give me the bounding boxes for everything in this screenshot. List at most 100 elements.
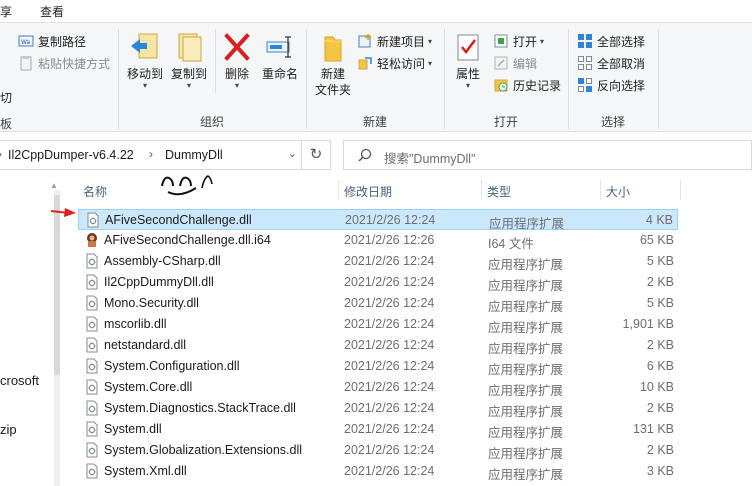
copy-to-icon — [173, 31, 205, 63]
ribbon-separator — [215, 29, 216, 93]
file-date: 2021/2/26 12:24 — [344, 254, 435, 268]
invert-selection-icon — [577, 77, 593, 93]
file-size: 2 KB — [646, 443, 674, 457]
dll-file-icon — [84, 442, 100, 458]
file-row[interactable]: Mono.Security.dll 2021/2/26 12:24 应用程序扩展 5 … — [78, 293, 678, 314]
file-date: 2021/2/26 12:24 — [344, 359, 435, 373]
file-name: System.Configuration.dll — [104, 359, 240, 373]
file-name: netstandard.dll — [104, 338, 187, 352]
file-row[interactable]: Il2CppDummyDll.dll 2021/2/26 12:24 应用程序扩展 2… — [78, 272, 678, 293]
file-name: System.Core.dll — [104, 380, 193, 394]
file-row[interactable]: System.Configuration.dll 2021/2/26 12:24 应… — [78, 356, 678, 377]
new-folder-button[interactable]: 新建 文件夹 — [311, 31, 355, 98]
file-type: 应用程序扩展 — [488, 405, 564, 419]
delete-button[interactable]: 删除 ▾ — [219, 31, 255, 90]
new-item-icon — [357, 33, 373, 49]
open-button[interactable]: 打开 ▾ — [493, 31, 544, 51]
nav-item-microsoft[interactable]: crosoft — [0, 373, 39, 388]
clipboard-group-label: 板 — [0, 116, 13, 131]
ribbon-separator — [658, 29, 659, 129]
folder-icon — [317, 31, 349, 63]
properties-button[interactable]: 属性 ▾ — [447, 31, 489, 90]
chevron-right-icon[interactable]: › — [149, 147, 153, 161]
tab-view[interactable]: 查看 — [40, 3, 64, 20]
file-row[interactable]: System.Diagnostics.StackTrace.dll 2021/2/… — [78, 398, 678, 419]
history-button[interactable]: 历史记录 — [493, 75, 561, 95]
column-header-size[interactable]: 大小 — [601, 177, 681, 203]
file-type: 应用程序扩展 — [488, 300, 564, 314]
file-size: 5 KB — [646, 296, 674, 310]
file-type: 应用程序扩展 — [488, 363, 564, 377]
easy-access-button[interactable]: 轻松访问 ▾ — [357, 53, 432, 73]
copy-to-button[interactable]: 复制到 ▾ — [167, 31, 211, 90]
file-row[interactable]: System.dll 2021/2/26 12:24 应用程序扩展 131 KB — [78, 419, 678, 440]
file-name: Assembly-CSharp.dll — [104, 254, 221, 268]
organize-group: 移动到 ▾ 复制到 ▾ 删除 ▾ 重命名 组织 — [119, 23, 305, 133]
file-row[interactable]: netstandard.dll 2021/2/26 12:24 应用程序扩展 2 KB — [78, 335, 678, 356]
rename-icon — [264, 31, 296, 63]
tab-share[interactable]: 享 — [0, 3, 12, 20]
file-date: 2021/2/26 12:24 — [344, 338, 435, 352]
easy-access-icon — [357, 55, 373, 71]
scroll-up-arrow-icon[interactable]: ▲ — [50, 181, 58, 190]
file-date: 2021/2/26 12:24 — [344, 275, 435, 289]
file-type: 应用程序扩展 — [488, 342, 564, 356]
dll-file-icon — [84, 358, 100, 374]
address-dropdown-icon[interactable]: ⌄ — [288, 147, 297, 160]
file-size: 2 KB — [646, 338, 674, 352]
rename-button[interactable]: 重命名 — [257, 31, 303, 82]
refresh-button[interactable]: ↻ — [301, 140, 331, 170]
file-size: 4 KB — [645, 213, 673, 227]
select-all-button[interactable]: 全部选择 — [577, 31, 645, 51]
dll-file-icon — [84, 421, 100, 437]
select-none-button[interactable]: 全部取消 — [577, 53, 645, 73]
column-header-date[interactable]: 修改日期 — [339, 177, 481, 203]
file-row[interactable]: System.Xml.dll 2021/2/26 12:24 应用程序扩展 3 KB — [78, 461, 678, 482]
column-header-type[interactable]: 类型 — [482, 177, 600, 203]
chevron-right-icon: › — [0, 147, 2, 161]
move-to-button[interactable]: 移动到 ▾ — [123, 31, 167, 90]
nav-item-zip[interactable]: zip — [0, 422, 17, 437]
breadcrumb-item[interactable]: Il2CppDumper-v6.4.22 — [8, 148, 134, 162]
dll-file-icon — [84, 463, 100, 479]
file-type: 应用程序扩展 — [488, 468, 564, 482]
dll-file-icon — [84, 274, 100, 290]
file-type: 应用程序扩展 — [488, 384, 564, 398]
address-bar[interactable]: › Il2CppDumper-v6.4.22 › DummyDll ⌄ — [0, 140, 330, 170]
search-box[interactable]: 搜索"DummyDll" — [343, 140, 752, 170]
copy-path-icon: Wa — [18, 33, 34, 49]
file-row[interactable]: AFiveSecondChallenge.dll.i64 2021/2/26 12… — [78, 230, 678, 251]
organize-group-label: 组织 — [199, 115, 224, 129]
copy-path-button[interactable]: Wa 复制路径 — [18, 31, 86, 51]
file-row[interactable]: Assembly-CSharp.dll 2021/2/26 12:24 应用程序扩展… — [78, 251, 678, 272]
file-date: 2021/2/26 12:24 — [344, 317, 435, 331]
file-row[interactable]: System.Core.dll 2021/2/26 12:24 应用程序扩展 10 K… — [78, 377, 678, 398]
refresh-icon: ↻ — [309, 146, 323, 163]
file-size: 10 KB — [639, 380, 674, 394]
hand-drawn-smiley-annotation — [161, 175, 213, 196]
file-date: 2021/2/26 12:24 — [345, 213, 436, 227]
new-group: 新建 文件夹 新建项目 ▾ 轻松访问 ▾ 新建 — [307, 23, 443, 133]
nav-scrollbar-thumb[interactable] — [54, 195, 60, 375]
edit-button[interactable]: 编辑 — [493, 53, 537, 73]
file-type: 应用程序扩展 — [488, 321, 564, 335]
new-item-button[interactable]: 新建项目 ▾ — [357, 31, 432, 51]
file-size: 2 KB — [646, 275, 674, 289]
file-name: mscorlib.dll — [104, 317, 167, 331]
file-type: 应用程序扩展 — [488, 279, 564, 293]
chevron-down-icon: ▾ — [428, 36, 433, 46]
file-row[interactable]: mscorlib.dll 2021/2/26 12:24 应用程序扩展 1,901 K… — [78, 314, 678, 335]
chevron-down-icon: ▾ — [142, 81, 147, 90]
cut-button-fragment[interactable]: 切 — [0, 87, 12, 107]
file-size: 1,901 KB — [622, 317, 674, 331]
dll-file-icon — [84, 400, 100, 416]
file-date: 2021/2/26 12:26 — [344, 233, 435, 247]
paste-shortcut-button[interactable]: 粘贴快捷方式 — [18, 53, 110, 73]
breadcrumb-item[interactable]: DummyDll — [165, 148, 223, 162]
file-row[interactable]: System.Globalization.Extensions.dll 2021/… — [78, 440, 678, 461]
red-arrow-annotation — [50, 208, 76, 217]
file-row[interactable]: AFiveSecondChallenge.dll 2021/2/26 12:24 应… — [78, 209, 678, 231]
column-divider[interactable] — [680, 180, 681, 200]
invert-selection-button[interactable]: 反向选择 — [577, 75, 645, 95]
file-size: 3 KB — [646, 464, 674, 478]
